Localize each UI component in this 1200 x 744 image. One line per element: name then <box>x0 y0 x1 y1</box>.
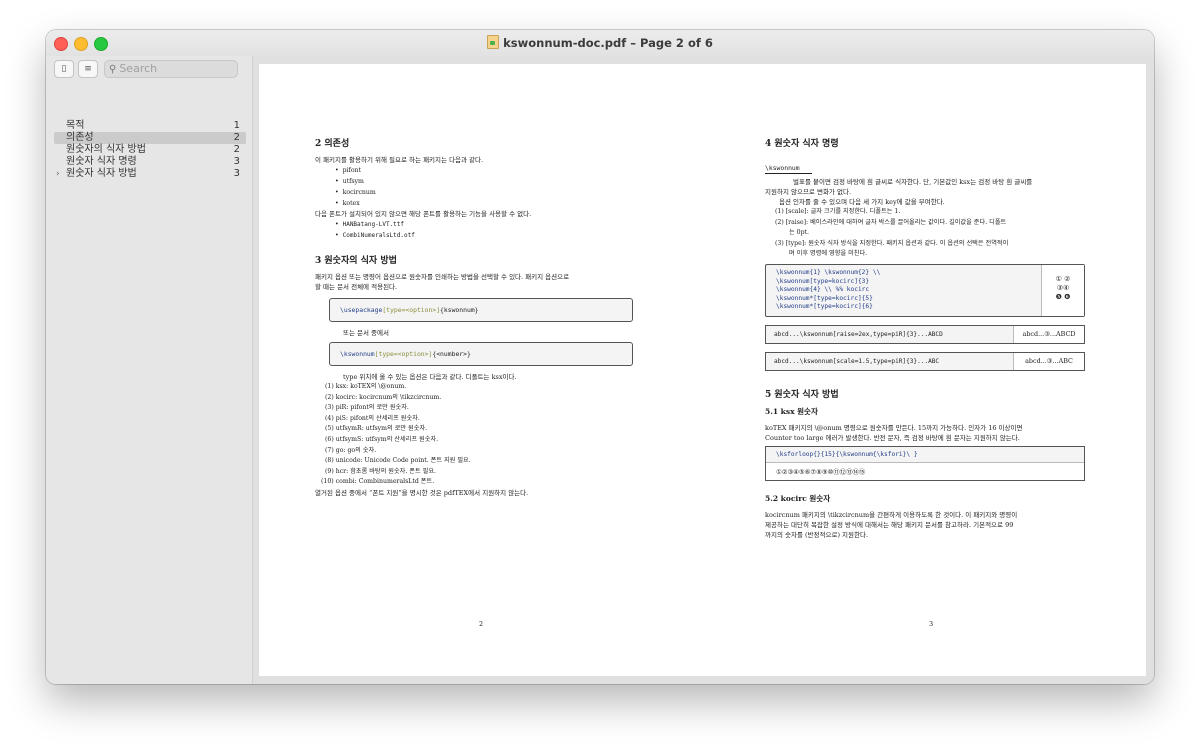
key-item: 며 이후 명령에 영향을 미친다. <box>789 250 868 258</box>
paragraph: 까지의 숫자를 (반정적으로) 지원한다. <box>765 530 869 539</box>
toc-item-selected[interactable]: 의존성 2 <box>54 132 246 144</box>
title-bar: kswonnum-doc.pdf – Page 2 of 6 <box>46 30 1154 57</box>
paragraph: 할 때는 문서 전체에 적용된다. <box>315 283 398 291</box>
toc-list-view-icon[interactable]: ≡ <box>78 60 98 78</box>
pdf-page-spread: 2 의존성 이 패키지를 활용하기 위해 필요로 하는 패키지는 다음과 같다.… <box>259 64 1146 676</box>
sidebar: ▯ ≡ ⚲ Search 목적 1 의존성 2 원숫자의 식자 방법 2 원숫자 식자 … <box>46 56 253 684</box>
option-item: (9) hcr: 함초롬 바탕의 원숫자. 폰트 필요. <box>325 467 436 475</box>
left-page-column: 2 의존성 이 패키지를 활용하기 위해 필요로 하는 패키지는 다음과 같다.… <box>315 136 645 498</box>
subsection-heading: 5.2 kocirc 원숫자 <box>765 493 831 503</box>
list-item: • HANBatang-LVT.ttf <box>335 221 405 228</box>
paragraph: 열거된 옵션 중에서 “폰트 지원”을 명시한 것은 pdfTEX에서 지원하지… <box>315 488 529 497</box>
list-item: • kotex <box>335 200 360 207</box>
table-of-contents: 목적 1 의존성 2 원숫자의 식자 방법 2 원숫자 식자 명령 3 › 원숫자 식자 … <box>54 120 246 180</box>
paragraph: koTEX 패키지의 \@onum 명령으로 원숫자를 만든다. 15까지 가능… <box>765 423 1023 432</box>
paragraph: 벌표를 붙이면 검정 바탕에 흰 글씨로 식자한다. 단, 기본값인 ksx는 … <box>793 178 1033 186</box>
search-icon: ⚲ <box>109 64 117 75</box>
pdf-document-icon <box>487 35 500 49</box>
section-heading: 5 원숫자 식자 방법 <box>765 389 839 400</box>
window-title: kswonnum-doc.pdf – Page 2 of 6 <box>46 35 1154 50</box>
right-page-column: 4 원숫자 식자 명령 \kswonnum 벌표를 붙이면 검정 바탕에 흰 글… <box>765 136 1085 540</box>
example-output: ① ② ③④ ❺ ❻ <box>1041 264 1084 316</box>
sidebar-toolbar: ▯ ≡ ⚲ Search <box>54 60 238 78</box>
code-block: \usepackage[type=<option>]{kswonnum} <box>329 298 633 322</box>
paragraph: 다음 폰트가 설치되어 있지 않으면 해당 폰트를 활용하는 기능을 사용할 수… <box>315 210 532 218</box>
list-item: • CombiNumeralsLtd.otf <box>335 232 415 239</box>
key-item: 는 0pt. <box>789 229 810 237</box>
page-number: 3 <box>929 620 934 628</box>
scale-example: abcd...\kswonnum[scale=1.5,type=piR]{3}.… <box>765 351 1085 371</box>
document-view[interactable]: 2 의존성 이 패키지를 활용하기 위해 필요로 하는 패키지는 다음과 같다.… <box>253 56 1154 684</box>
paragraph: 또는 문서 중에서 <box>343 329 389 337</box>
key-item: (3) [type]: 원숫자 식자 방식을 지정한다. 패키지 옵션과 같다.… <box>775 239 1009 247</box>
paragraph: 지원하지 않으므로 변화가 없다. <box>765 188 852 196</box>
thumbnail-view-icon[interactable]: ▯ <box>54 60 74 78</box>
paragraph: 옵션 인자를 줄 수 있으며 다음 세 가지 key에 값을 부여한다. <box>779 198 945 206</box>
paragraph: kocircnum 패키지의 \tikzcircnum을 간편하게 이용하도록 … <box>765 510 1018 519</box>
option-item: (1) ksx: koTEX의 \@onum. <box>325 383 407 390</box>
key-item: (2) [raise]: 베이스라인에 대하여 글자 박스를 끌어올리는 값이다… <box>775 218 1007 226</box>
option-item: (7) go: go의 숫자. <box>325 446 377 454</box>
example-box: \kswonnum{1} \kswonnum{2} \\ \kswonnum[t… <box>765 263 1085 317</box>
code-block: \kswonnum[type=<option>]{<number>} <box>329 342 633 366</box>
disclosure-chevron-icon[interactable]: › <box>56 168 60 180</box>
raise-example: abcd...\kswonnum[raise=2ex,type=piR]{3}.… <box>765 324 1085 344</box>
option-item: (4) piS: pifont의 산세리프 원숫자. <box>325 414 420 422</box>
example-code: \kswonnum{1} \kswonnum{2} \\ \kswonnum[t… <box>776 268 881 311</box>
command-label: \kswonnum <box>765 163 812 174</box>
subsection-heading: 5.1 ksx 원숫자 <box>765 406 818 416</box>
toc-item-expandable[interactable]: › 원숫자 식자 방법 3 <box>54 168 246 180</box>
section-heading: 4 원숫자 식자 명령 <box>765 139 839 149</box>
list-item: • utfsym <box>335 178 364 185</box>
toc-item[interactable]: 원숫자 식자 명령 3 <box>54 156 246 168</box>
preview-window: kswonnum-doc.pdf – Page 2 of 6 ▯ ≡ ⚲ Sear… <box>46 30 1154 684</box>
toc-item[interactable]: 목적 1 <box>54 120 246 132</box>
option-item: (10) combi: CombinumeralsLtd 폰트. <box>321 478 435 486</box>
option-item: (3) piR: pifont의 로만 원숫자. <box>325 404 409 412</box>
page-number: 2 <box>479 620 484 628</box>
paragraph: type 위치에 올 수 있는 옵션은 다음과 같다. 디폴트는 ksx이다. <box>343 373 517 381</box>
paragraph: 제공하는 대단히 복잡한 설정 방식에 대해서는 해당 패키지 문서를 참고하라… <box>765 520 1014 529</box>
toc-item[interactable]: 원숫자의 식자 방법 2 <box>54 144 246 156</box>
paragraph: 패키지 옵션 또는 명령어 옵션으로 원숫자를 인쇄하는 방법을 선택할 수 있… <box>315 273 570 281</box>
option-item: (5) utfsymR: utfsym의 로만 원숫자. <box>325 425 428 433</box>
option-item: (6) utfsymS: utfsym의 산세리프 원숫자. <box>325 435 439 443</box>
search-input[interactable]: ⚲ Search <box>104 60 238 78</box>
list-item: • kocircnum <box>335 189 376 196</box>
paragraph: Counter too large 에러가 발생한다. 반전 문자, 즉 검정 … <box>765 433 1020 442</box>
section-heading: 2 의존성 <box>315 139 350 149</box>
list-item: • pifont <box>335 167 362 174</box>
paragraph: 이 패키지를 활용하기 위해 필요로 하는 패키지는 다음과 같다. <box>315 156 484 164</box>
section-heading: 3 원숫자의 식자 방법 <box>315 256 397 266</box>
key-item: (1) [scale]: 글자 크기를 지정한다. 디폴트는 1. <box>775 208 901 215</box>
option-item: (2) kocirc: kocircnum의 \tikzcircnum. <box>325 393 442 401</box>
option-item: (8) unicode: Unicode Code point. 폰트 지원 필… <box>325 457 471 465</box>
loop-example: \ksforloop{}{15}{\kswonnum{\ksfori}\ } ①… <box>765 445 1085 481</box>
